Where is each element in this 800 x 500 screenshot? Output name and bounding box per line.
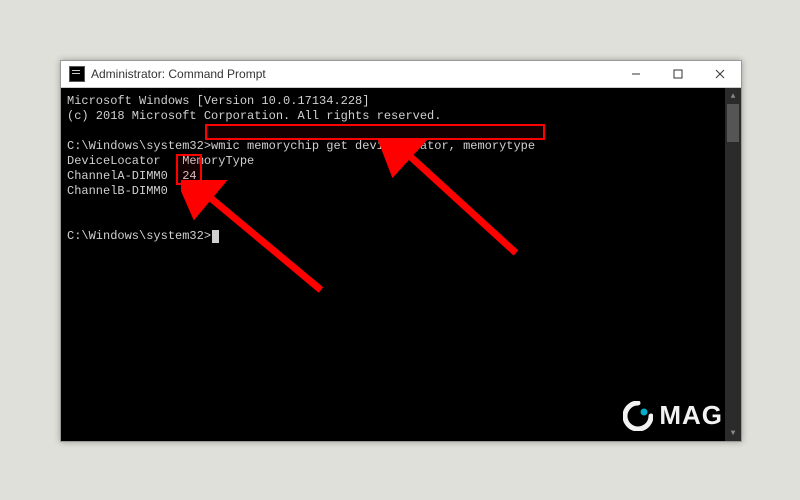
row1-memorytype: 24: [182, 169, 196, 183]
row1-devicelocator: ChannelA-DIMM0: [67, 169, 168, 183]
cursor: [212, 230, 219, 243]
close-button[interactable]: [699, 61, 741, 87]
maximize-button[interactable]: [657, 61, 699, 87]
banner-line-1: Microsoft Windows [Version 10.0.17134.22…: [67, 94, 369, 108]
titlebar[interactable]: Administrator: Command Prompt: [61, 61, 741, 88]
scroll-up-icon[interactable]: ▲: [725, 88, 741, 104]
scroll-down-icon[interactable]: ▼: [725, 425, 741, 441]
window-title: Administrator: Command Prompt: [91, 67, 266, 81]
watermark-text: MAG: [659, 400, 723, 431]
terminal-output[interactable]: Microsoft Windows [Version 10.0.17134.22…: [61, 88, 725, 441]
minimize-button[interactable]: [615, 61, 657, 87]
terminal-area: Microsoft Windows [Version 10.0.17134.22…: [61, 88, 741, 441]
cmd-icon: [69, 66, 85, 82]
watermark-logo-icon: [623, 401, 653, 431]
command-prompt-window: Administrator: Command Prompt Microsoft …: [60, 60, 742, 442]
prompt-1: C:\Windows\system32>: [67, 139, 211, 153]
vertical-scrollbar[interactable]: ▲ ▼: [725, 88, 741, 441]
command-text: wmic memorychip get devicelocator, memor…: [211, 139, 535, 153]
row2-devicelocator: ChannelB-DIMM0: [67, 184, 168, 198]
row2-memorytype: 24: [182, 184, 196, 198]
prompt-2: C:\Windows\system32>: [67, 229, 211, 243]
column-header-devicelocator: DeviceLocator: [67, 154, 161, 168]
watermark: MAG: [623, 400, 723, 431]
banner-line-2: (c) 2018 Microsoft Corporation. All righ…: [67, 109, 441, 123]
column-header-memorytype: MemoryType: [182, 154, 254, 168]
scroll-thumb[interactable]: [727, 104, 739, 142]
